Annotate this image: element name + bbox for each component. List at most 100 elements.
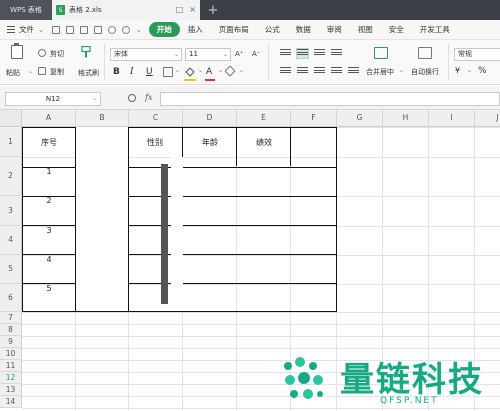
column-header[interactable]: C xyxy=(129,110,183,127)
serial-cell[interactable]: 1 xyxy=(23,167,75,176)
tab-view[interactable]: 视图 xyxy=(350,24,381,35)
paste-button[interactable]: 粘贴 xyxy=(6,68,20,78)
align-bottom-icon[interactable] xyxy=(314,49,325,58)
merge-center-icon[interactable] xyxy=(374,47,388,59)
align-top-icon[interactable] xyxy=(280,49,291,58)
wrap-text-button[interactable]: 自动换行 xyxy=(411,67,439,77)
clear-format-dropdown-icon[interactable]: ⌄ xyxy=(239,67,244,74)
column-header[interactable]: H xyxy=(383,110,429,127)
export-icon[interactable] xyxy=(93,25,102,34)
grow-font-button[interactable]: A⁺ xyxy=(235,49,243,59)
table-border xyxy=(22,127,336,128)
font-color-button[interactable]: A xyxy=(206,67,212,77)
app-tab[interactable]: WPS 表格 xyxy=(0,0,52,20)
column-header[interactable]: J xyxy=(475,110,500,127)
tab-page-layout[interactable]: 页面布局 xyxy=(211,24,257,35)
tab-insert[interactable]: 插入 xyxy=(180,24,211,35)
font-size-select[interactable]: 11 ⌄ xyxy=(185,48,231,61)
tab-developer[interactable]: 开发工具 xyxy=(412,24,458,35)
row-header[interactable]: 10 xyxy=(0,348,22,360)
tab-data[interactable]: 数据 xyxy=(288,24,319,35)
row-header[interactable]: 6 xyxy=(0,284,22,312)
new-tab-button[interactable]: + xyxy=(200,0,226,20)
select-all-corner[interactable] xyxy=(0,110,22,127)
file-menu[interactable]: 文件 ⌄ xyxy=(7,24,44,35)
border-dropdown-icon[interactable]: ⌄ xyxy=(175,67,180,74)
undo-icon[interactable] xyxy=(107,25,116,34)
shrink-font-button[interactable]: A⁻ xyxy=(252,49,260,59)
cut-icon[interactable] xyxy=(38,49,46,57)
align-center-icon[interactable] xyxy=(297,67,308,76)
row-header[interactable]: 5 xyxy=(0,255,22,284)
name-box[interactable]: N12 ⌄ xyxy=(5,92,101,106)
serial-cell[interactable]: 2 xyxy=(23,196,75,205)
font-color-dropdown-icon[interactable]: ⌄ xyxy=(218,67,223,74)
justify-icon[interactable] xyxy=(331,67,342,76)
print-preview-icon[interactable] xyxy=(65,25,74,34)
row-header[interactable]: 3 xyxy=(0,196,22,226)
row-header[interactable]: 12 xyxy=(0,372,22,384)
row-header[interactable]: 11 xyxy=(0,360,22,372)
serial-cell[interactable]: 5 xyxy=(23,284,75,293)
row-header[interactable]: 13 xyxy=(0,384,22,396)
print-icon[interactable] xyxy=(79,25,88,34)
quick-access-dropdown-icon[interactable]: ⌄ xyxy=(136,26,142,34)
bold-button[interactable]: B xyxy=(113,67,120,77)
column-header[interactable]: D xyxy=(183,110,237,127)
number-format-select[interactable]: 常规 xyxy=(454,48,500,61)
column-header[interactable]: F xyxy=(291,110,337,127)
format-painter-button[interactable]: 格式刷 xyxy=(78,68,99,78)
document-tab[interactable]: S 表格 2.xls □ × xyxy=(52,0,200,20)
zoom-icon[interactable] xyxy=(128,94,136,102)
row-header[interactable]: 9 xyxy=(0,336,22,348)
column-header[interactable]: I xyxy=(429,110,475,127)
column-header[interactable]: G xyxy=(337,110,383,127)
save-icon[interactable] xyxy=(51,25,60,34)
column-header[interactable]: E xyxy=(237,110,291,127)
restore-icon[interactable]: □ xyxy=(176,4,184,15)
column-header[interactable]: A xyxy=(22,110,76,127)
tab-formulas[interactable]: 公式 xyxy=(257,24,288,35)
row-header[interactable]: 7 xyxy=(0,312,22,324)
merge-dropdown-icon[interactable]: ⌄ xyxy=(399,67,404,74)
tab-home[interactable]: 开始 xyxy=(148,22,180,37)
copy-button[interactable]: 复制 xyxy=(50,67,64,77)
indent-left-icon[interactable] xyxy=(331,49,342,58)
tab-review[interactable]: 审阅 xyxy=(319,24,350,35)
serial-cell[interactable]: 3 xyxy=(23,226,75,235)
row-header[interactable]: 8 xyxy=(0,324,22,336)
fill-color-dropdown-icon[interactable]: ⌄ xyxy=(198,67,203,74)
border-icon[interactable] xyxy=(163,67,173,77)
row-header[interactable]: 14 xyxy=(0,396,22,408)
column-header[interactable]: B xyxy=(76,110,129,127)
align-middle-icon[interactable] xyxy=(296,48,309,59)
row-header[interactable]: 4 xyxy=(0,226,22,255)
copy-icon[interactable] xyxy=(38,67,46,75)
align-right-icon[interactable] xyxy=(314,67,325,76)
cut-button[interactable]: 剪切 xyxy=(50,49,64,59)
serial-cell[interactable]: 4 xyxy=(23,255,75,264)
wrap-text-icon[interactable] xyxy=(418,47,432,59)
currency-button[interactable]: ¥ xyxy=(455,66,460,75)
italic-button[interactable]: I xyxy=(130,67,134,77)
redo-icon[interactable] xyxy=(121,25,130,34)
distribute-icon[interactable] xyxy=(348,67,359,76)
fill-color-icon[interactable] xyxy=(184,66,196,78)
percent-button[interactable]: % xyxy=(478,66,487,76)
underline-button[interactable]: U xyxy=(146,67,153,77)
tab-security[interactable]: 安全 xyxy=(381,24,412,35)
align-left-icon[interactable] xyxy=(280,67,291,76)
row-header[interactable]: 1 xyxy=(0,127,22,157)
font-name-select[interactable]: 宋体 ⌄ xyxy=(110,48,182,61)
merge-center-button[interactable]: 合并居中 xyxy=(366,67,394,77)
currency-dropdown-icon[interactable]: ⌄ xyxy=(467,67,472,74)
paste-dropdown-icon[interactable]: ⌄ xyxy=(28,68,33,75)
format-painter-icon[interactable] xyxy=(81,46,91,58)
formula-input[interactable] xyxy=(160,92,500,106)
close-tab-icon[interactable]: × xyxy=(189,4,196,15)
clear-format-icon[interactable] xyxy=(224,65,236,77)
quick-access-toolbar: ⌄ xyxy=(51,25,142,34)
row-header[interactable]: 2 xyxy=(0,157,22,196)
paste-icon[interactable] xyxy=(11,43,23,59)
function-icon[interactable]: fx xyxy=(145,93,152,102)
